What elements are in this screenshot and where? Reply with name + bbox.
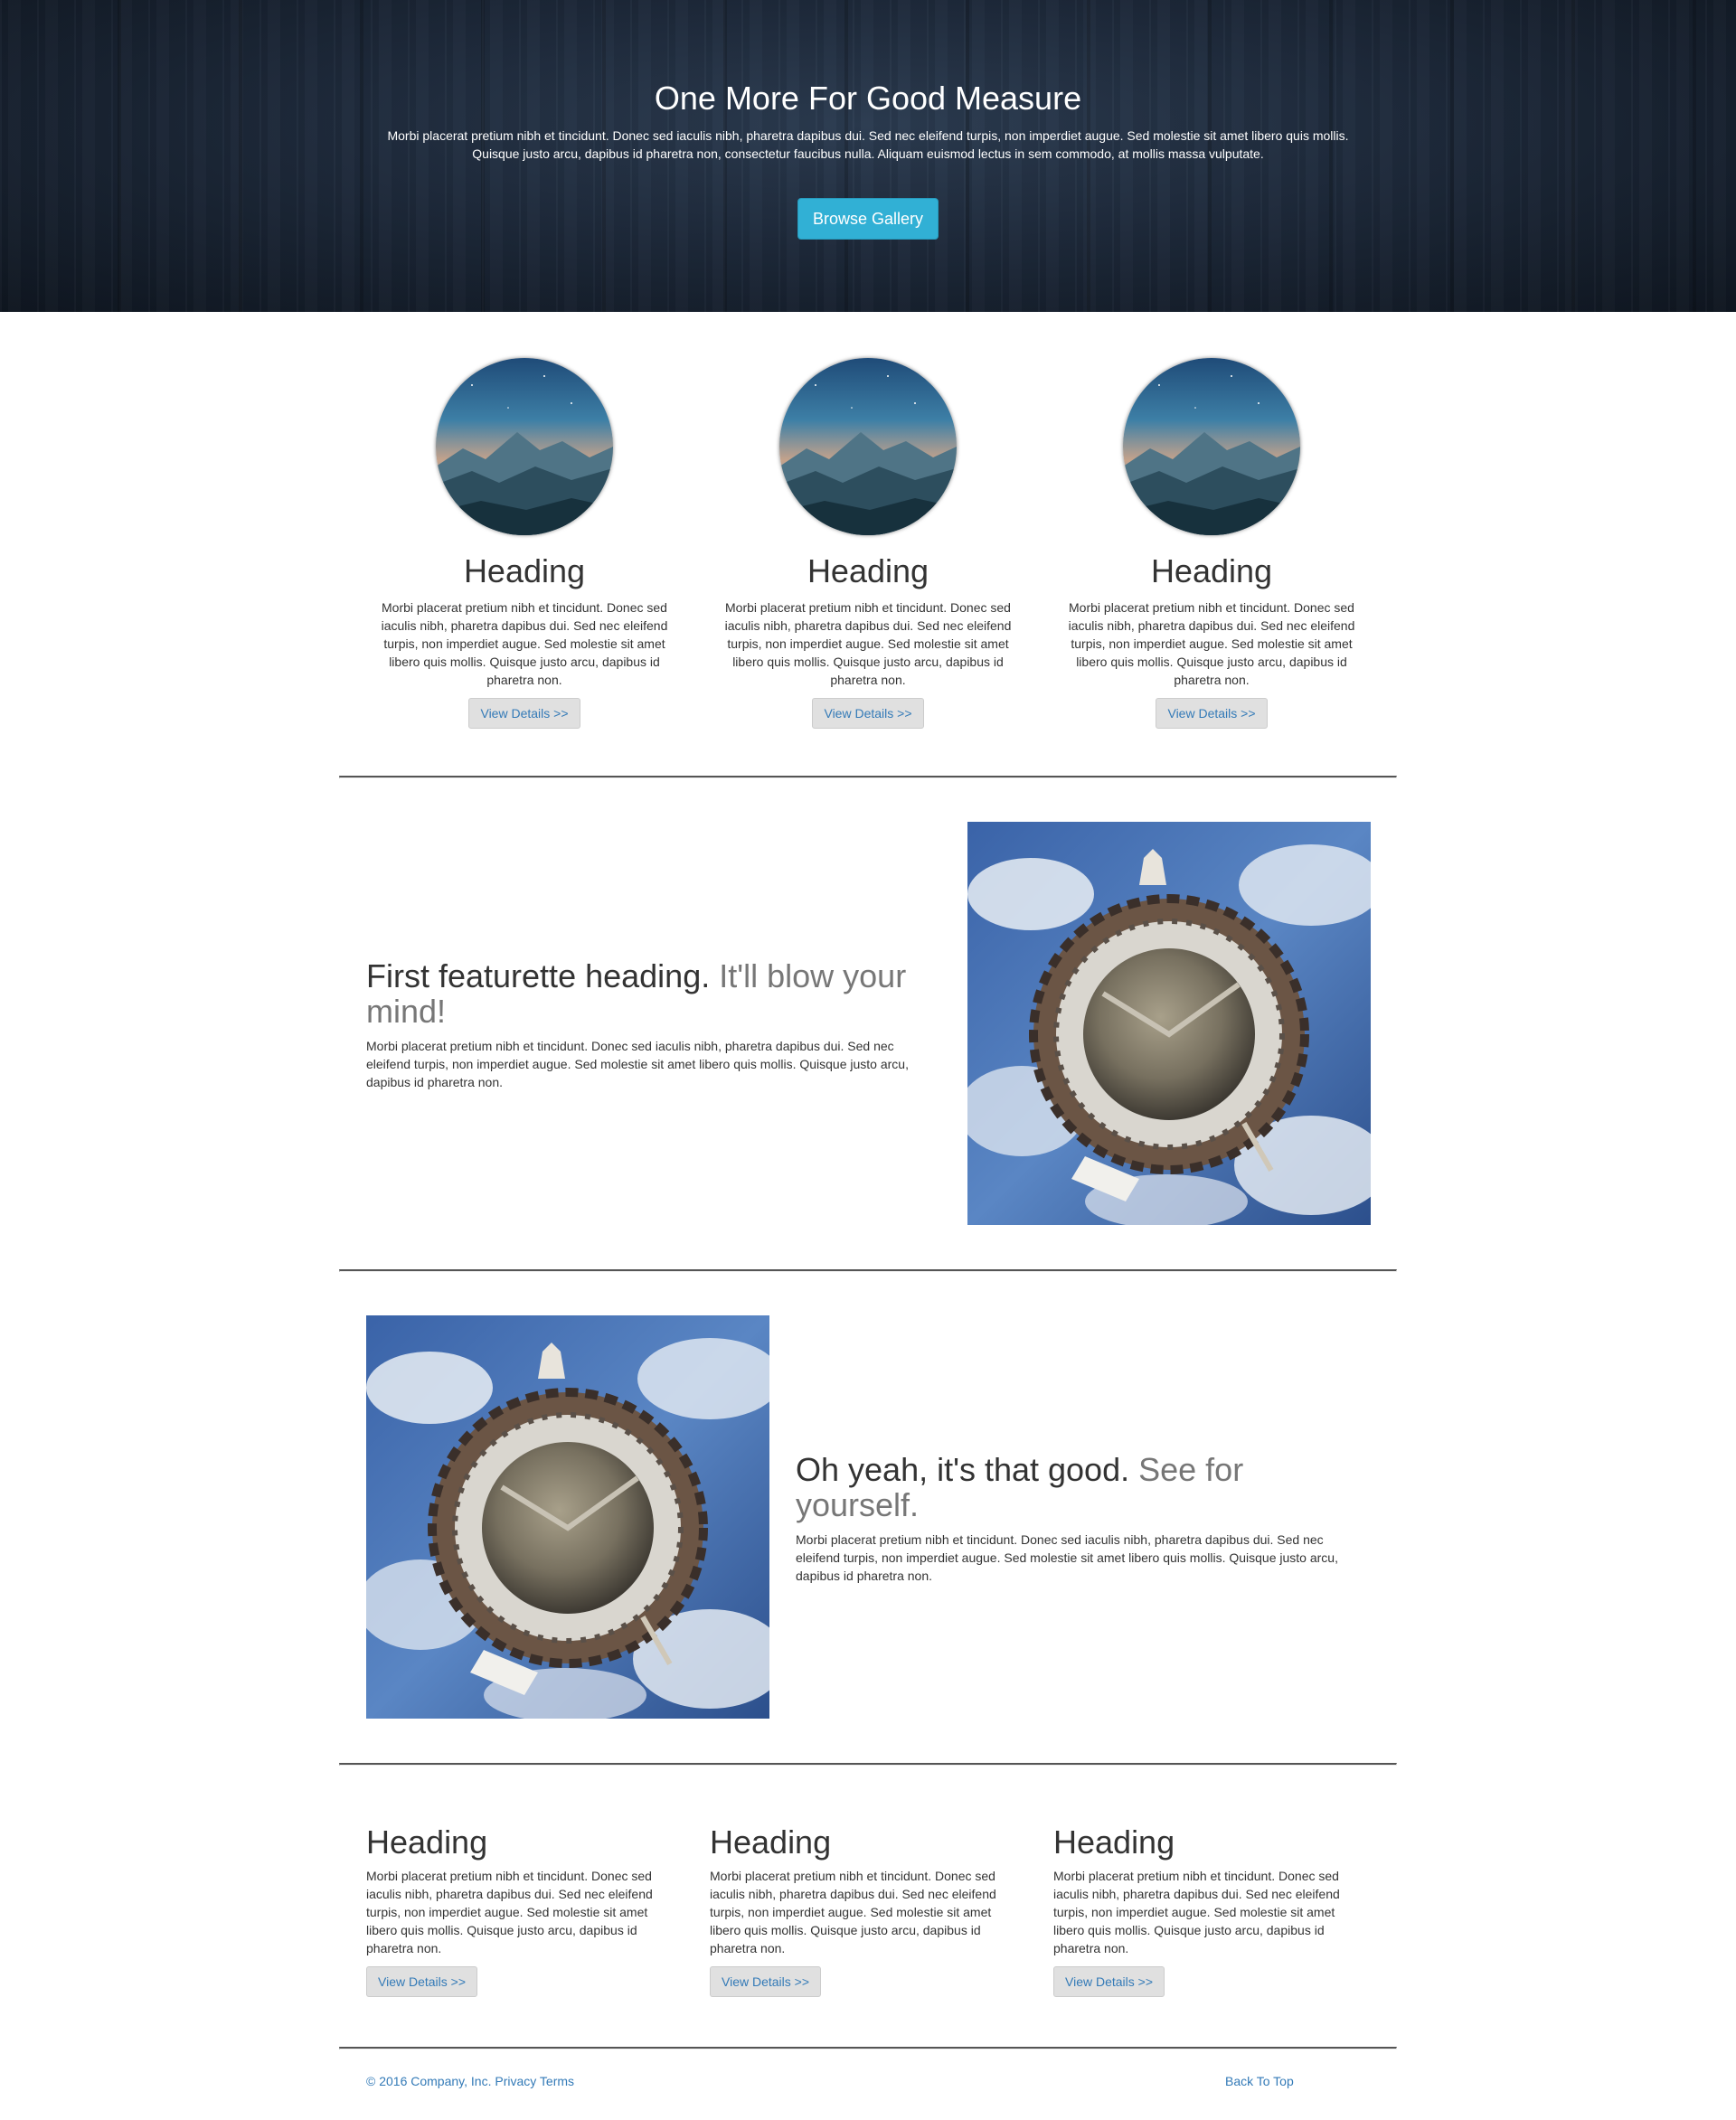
column-text: Morbi placerat pretium nibh et tincidunt…	[1053, 1869, 1340, 1955]
tiny-planet-image	[967, 822, 1371, 1225]
column-text: Morbi placerat pretium nibh et tincidunt…	[366, 1869, 653, 1955]
view-details-button[interactable]: View Details >>	[1053, 1966, 1165, 1997]
browse-gallery-button[interactable]: Browse Gallery	[797, 198, 939, 240]
circle-thumbnail-image	[1123, 358, 1300, 535]
bottom-column-3: Heading Morbi placerat pretium nibh et t…	[1053, 1824, 1352, 1997]
circle-thumbnail-image	[779, 358, 957, 535]
bottom-column-1: Heading Morbi placerat pretium nibh et t…	[366, 1824, 665, 1997]
featurette-image	[967, 822, 1371, 1225]
copyright-text: © 2016 Company, Inc.	[366, 2074, 492, 2088]
column-heading: Heading	[1150, 552, 1273, 589]
featurette-heading-main: Oh yeah, it's that good.	[796, 1451, 1130, 1488]
column-text: Morbi placerat pretium nibh et tincidunt…	[381, 600, 668, 687]
hero-title: One More For Good Measure	[654, 80, 1082, 117]
section-divider	[339, 776, 1397, 778]
featurette-image	[366, 1315, 769, 1719]
featurette-text: Morbi placerat pretium nibh et tincidunt…	[796, 1532, 1338, 1583]
circle-column-3: Heading Morbi placerat pretium nibh et t…	[1062, 358, 1361, 729]
mountain-landscape-image	[779, 358, 957, 535]
circle-thumbnail-image	[436, 358, 613, 535]
column-heading: Heading	[463, 552, 586, 589]
back-to-top-link[interactable]: Back To Top	[1225, 2074, 1294, 2088]
hero-banner: One More For Good Measure Morbi placerat…	[0, 0, 1736, 312]
privacy-link[interactable]: Privacy	[495, 2074, 536, 2088]
circle-column-2: Heading Morbi placerat pretium nibh et t…	[719, 358, 1017, 729]
bottom-column-2: Heading Morbi placerat pretium nibh et t…	[710, 1824, 1008, 1997]
view-details-button[interactable]: View Details >>	[366, 1966, 478, 1997]
view-details-button[interactable]: View Details >>	[812, 698, 924, 729]
section-divider	[339, 1763, 1397, 1766]
footer-copyright: © 2016 Company, Inc. Privacy Terms	[366, 2074, 574, 2088]
view-details-button[interactable]: View Details >>	[1156, 698, 1268, 729]
featurette-text: Morbi placerat pretium nibh et tincidunt…	[366, 1039, 909, 1089]
tiny-planet-image	[366, 1315, 769, 1719]
mountain-landscape-image	[436, 358, 613, 535]
section-divider	[339, 1269, 1397, 1272]
column-heading: Heading	[366, 1823, 488, 1861]
view-details-button[interactable]: View Details >>	[468, 698, 580, 729]
featurette-heading: First featurette heading. It'll blow you…	[366, 958, 927, 1029]
column-heading: Heading	[807, 552, 929, 589]
hero-text: Morbi placerat pretium nibh et tincidunt…	[387, 128, 1349, 161]
column-text: Morbi placerat pretium nibh et tincidunt…	[710, 1869, 996, 1955]
featurette-heading-main: First featurette heading.	[366, 957, 711, 994]
circle-column-1: Heading Morbi placerat pretium nibh et t…	[375, 358, 674, 729]
section-divider	[339, 2047, 1397, 2049]
view-details-button[interactable]: View Details >>	[710, 1966, 822, 1997]
mountain-landscape-image	[1123, 358, 1300, 535]
terms-link[interactable]: Terms	[540, 2074, 574, 2088]
column-heading: Heading	[710, 1823, 832, 1861]
column-text: Morbi placerat pretium nibh et tincidunt…	[724, 600, 1012, 687]
column-text: Morbi placerat pretium nibh et tincidunt…	[1068, 600, 1355, 687]
featurette-heading: Oh yeah, it's that good. See for yoursel…	[796, 1452, 1356, 1522]
column-heading: Heading	[1053, 1823, 1175, 1861]
